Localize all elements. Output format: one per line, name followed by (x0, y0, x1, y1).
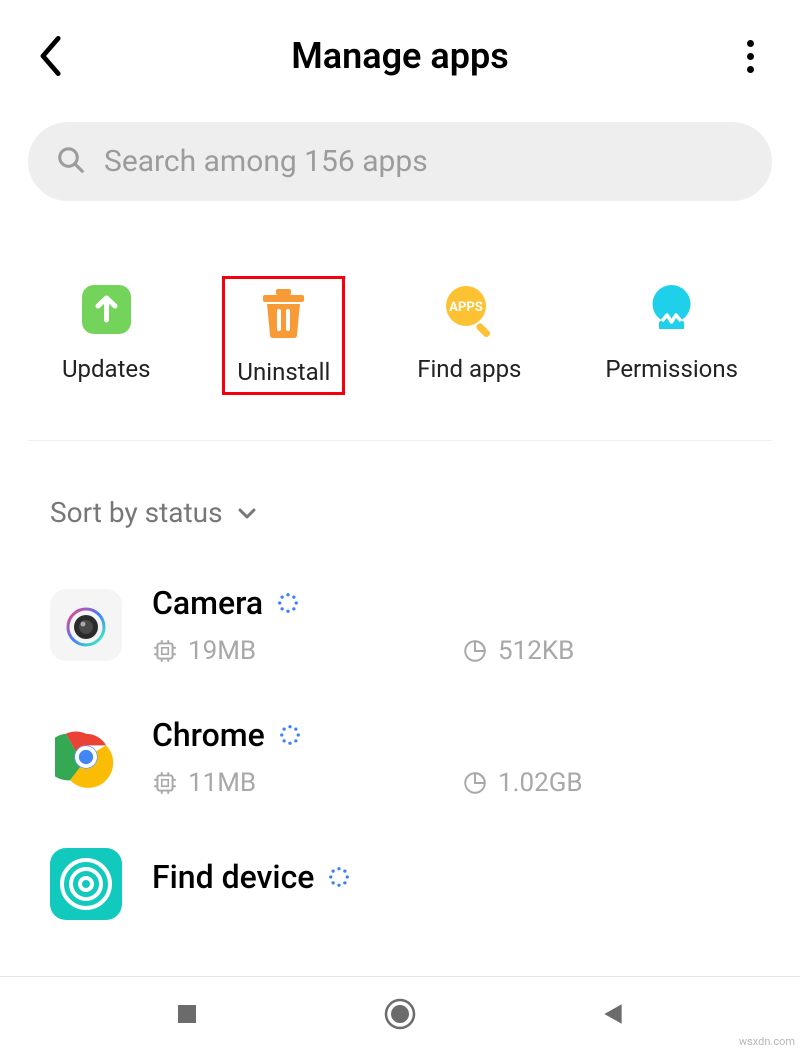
back-nav-button[interactable] (593, 994, 633, 1034)
search-icon (56, 145, 86, 179)
app-name: Camera (152, 584, 263, 622)
app-name: Chrome (152, 716, 265, 754)
back-button[interactable] (30, 36, 70, 76)
trash-icon (256, 285, 311, 340)
app-icon-find-device (50, 848, 122, 920)
updates-icon (79, 282, 134, 337)
app-name: Find device (152, 858, 314, 896)
triangle-left-icon (600, 1001, 626, 1027)
permissions-label: Permissions (605, 355, 738, 383)
chevron-left-icon (37, 36, 63, 76)
navigation-bar (0, 976, 800, 1051)
sort-dropdown[interactable]: Sort by status (0, 441, 800, 559)
list-item[interactable]: Chrome (50, 691, 750, 823)
app-icon-camera (50, 589, 122, 661)
home-button[interactable] (380, 994, 420, 1034)
uninstall-button[interactable]: Uninstall (222, 276, 345, 395)
loading-icon (277, 592, 299, 614)
loading-icon (328, 866, 350, 888)
loading-icon (279, 724, 301, 746)
permissions-icon (644, 282, 699, 337)
uninstall-label: Uninstall (237, 358, 330, 386)
pie-icon (462, 638, 488, 664)
recents-button[interactable] (167, 994, 207, 1034)
find-apps-label: Find apps (417, 355, 521, 383)
find-apps-button[interactable]: APPS Find apps (405, 276, 533, 395)
search-placeholder: Search among 156 apps (104, 144, 428, 179)
app-data: 1.02GB (498, 768, 583, 798)
list-item[interactable]: Find device (50, 823, 750, 945)
permissions-button[interactable]: Permissions (593, 276, 750, 395)
app-storage: 11MB (188, 768, 256, 798)
search-input[interactable]: Search among 156 apps (28, 122, 772, 201)
dots-vertical-icon (747, 40, 754, 47)
app-storage: 19MB (188, 636, 256, 666)
more-menu-button[interactable] (730, 36, 770, 76)
list-item[interactable]: Camera (50, 559, 750, 691)
find-apps-icon: APPS (442, 282, 497, 337)
pie-icon (462, 770, 488, 796)
chip-icon (152, 770, 178, 796)
square-icon (175, 1002, 199, 1026)
chevron-down-icon (235, 501, 259, 525)
sort-label: Sort by status (50, 496, 223, 529)
updates-button[interactable]: Updates (50, 276, 163, 395)
app-data: 512KB (498, 636, 574, 666)
chip-icon (152, 638, 178, 664)
circle-icon (383, 997, 417, 1031)
watermark: wsxdn.com (739, 1035, 795, 1048)
updates-label: Updates (62, 355, 151, 383)
app-icon-chrome (50, 721, 122, 793)
svg-text:APPS: APPS (449, 300, 483, 315)
page-title: Manage apps (70, 35, 730, 77)
